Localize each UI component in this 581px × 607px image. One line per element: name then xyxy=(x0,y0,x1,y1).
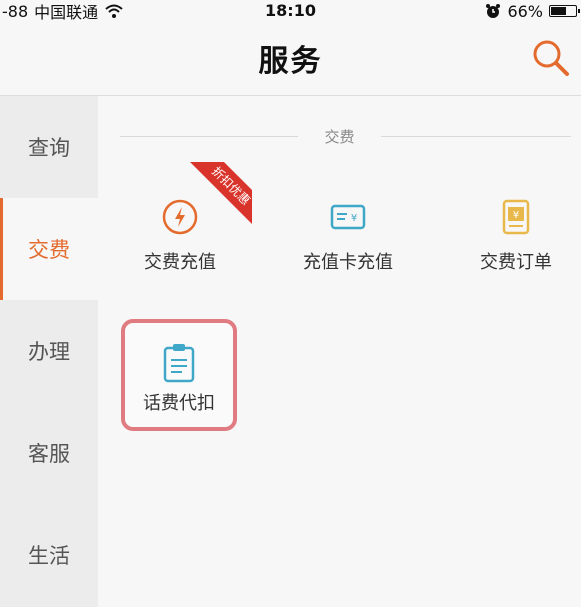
category-sidebar: 查询 交费 办理 客服 生活 xyxy=(0,96,98,607)
tile-label: 交费订单 xyxy=(480,252,552,273)
sidebar-item-payment[interactable]: 交费 xyxy=(0,198,98,300)
battery-percent: 66% xyxy=(507,1,543,21)
sidebar-item-label: 客服 xyxy=(28,442,70,466)
battery-icon xyxy=(549,5,580,17)
status-right: 66% xyxy=(485,0,580,22)
tile-label: 交费充值 xyxy=(144,252,216,273)
search-icon xyxy=(533,40,569,76)
sidebar-item-label: 查询 xyxy=(28,136,70,160)
sidebar-item-handle[interactable]: 办理 xyxy=(0,300,98,402)
sidebar-item-query[interactable]: 查询 xyxy=(0,96,98,198)
sidebar-item-label: 生活 xyxy=(28,544,70,568)
section-header: 交费 xyxy=(98,126,581,146)
tile-card-recharge[interactable]: ¥ 充值卡充值 xyxy=(288,188,408,298)
battery-fill xyxy=(551,7,566,15)
section-divider-right xyxy=(381,136,571,137)
search-button[interactable] xyxy=(529,36,573,80)
nav-bar: 服务 xyxy=(0,22,581,96)
sidebar-item-label: 交费 xyxy=(28,238,70,262)
svg-text:¥: ¥ xyxy=(513,210,519,221)
main-content: 交费 交费充值 折扣优惠 ¥ 充值卡充值 ¥ 交费订单 话费代扣 xyxy=(98,96,581,607)
card-yuan-icon: ¥ xyxy=(330,204,366,230)
svg-text:¥: ¥ xyxy=(351,213,357,224)
alarm-icon xyxy=(486,4,501,18)
page-title: 服务 xyxy=(258,44,323,79)
sidebar-item-life[interactable]: 生活 xyxy=(0,504,98,606)
clipboard-icon xyxy=(163,344,195,383)
sidebar-item-label: 办理 xyxy=(28,340,70,364)
ribbon-text: 折扣优惠 xyxy=(182,162,252,232)
tile-label: 话费代扣 xyxy=(143,393,215,414)
sidebar-item-service[interactable]: 客服 xyxy=(0,402,98,504)
tile-payment-orders[interactable]: ¥ 交费订单 xyxy=(456,188,576,298)
order-doc-icon: ¥ xyxy=(502,199,530,235)
tile-label: 充值卡充值 xyxy=(303,252,393,273)
status-bar: -88 中国联通 18:10 66% xyxy=(0,0,581,22)
tile-auto-deduct[interactable]: 话费代扣 xyxy=(121,319,237,431)
discount-ribbon: 折扣优惠 xyxy=(182,162,252,232)
